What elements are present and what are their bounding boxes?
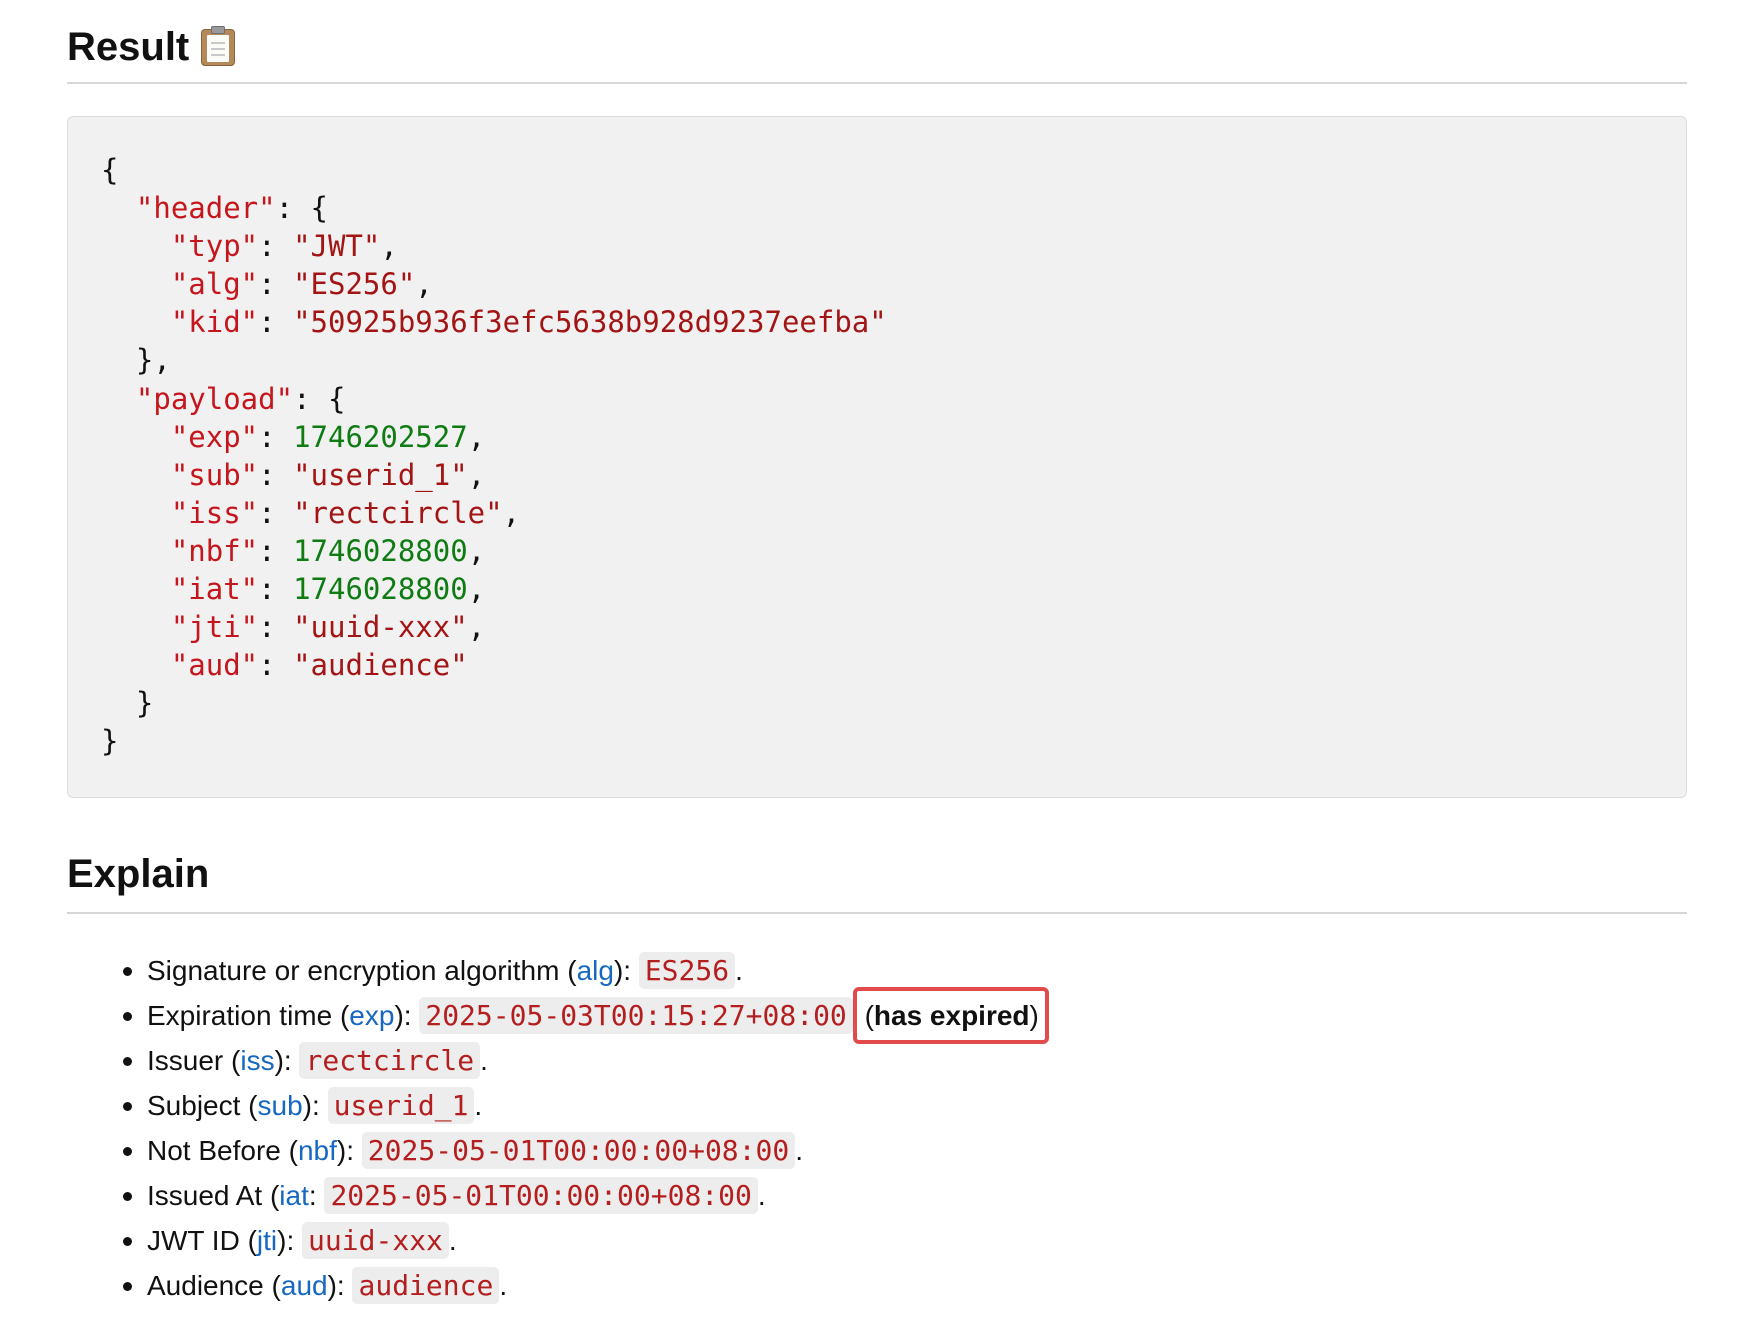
json-code-block: { "header": { "typ": "JWT", "alg": "ES25… bbox=[67, 116, 1687, 798]
json-key: "sub" bbox=[170, 457, 259, 492]
result-section-header: Result bbox=[67, 0, 1687, 84]
json-key: "aud" bbox=[170, 648, 259, 683]
explain-item-nbf: Not Before (nbf): 2025-05-01T00:00:00+08… bbox=[123, 1128, 1051, 1173]
result-title: Result bbox=[67, 25, 190, 69]
explain-label: Expiration time bbox=[147, 1000, 333, 1031]
json-header-key: "header" bbox=[135, 191, 276, 226]
json-value: 1746028800 bbox=[293, 572, 468, 607]
json-key: "jti" bbox=[170, 610, 259, 645]
json-value: 1746202527 bbox=[293, 419, 468, 454]
json-value: "uuid-xxx" bbox=[293, 610, 468, 645]
explain-value: 2025-05-03T00:15:27+08:00 bbox=[419, 997, 853, 1034]
field-link-iat[interactable]: iat bbox=[279, 1180, 309, 1211]
explain-item-jti: JWT ID (jti): uuid-xxx. bbox=[123, 1218, 1051, 1263]
explain-value: 2025-05-01T00:00:00+08:00 bbox=[324, 1177, 758, 1214]
json-key: "iss" bbox=[170, 495, 259, 530]
explain-label: Subject bbox=[147, 1090, 241, 1121]
explain-label: Signature or encryption algorithm bbox=[147, 955, 560, 986]
explain-item-iat: Issued At (iat: 2025-05-01T00:00:00+08:0… bbox=[123, 1173, 1051, 1218]
field-link-aud[interactable]: aud bbox=[281, 1270, 328, 1301]
expired-highlight-box: (has expired) bbox=[852, 987, 1050, 1044]
json-value: "userid_1" bbox=[293, 457, 468, 492]
explain-value: userid_1 bbox=[327, 1087, 475, 1124]
json-key: "alg" bbox=[170, 267, 259, 302]
explain-heading: Explain bbox=[67, 852, 210, 896]
explain-list: Signature or encryption algorithm (alg):… bbox=[67, 948, 1051, 1308]
explain-label: Issuer bbox=[147, 1045, 224, 1076]
clipboard-icon bbox=[201, 26, 236, 66]
json-key: "exp" bbox=[170, 419, 259, 454]
result-heading: Result bbox=[67, 25, 236, 69]
json-close-brace: } bbox=[101, 724, 119, 759]
field-link-jti[interactable]: jti bbox=[257, 1225, 277, 1256]
field-link-sub[interactable]: sub bbox=[258, 1090, 303, 1121]
explain-label: Audience bbox=[147, 1270, 264, 1301]
explain-item-sub: Subject (sub): userid_1. bbox=[123, 1083, 1051, 1128]
json-value: "audience" bbox=[293, 648, 468, 683]
json-payload-key: "payload" bbox=[135, 381, 294, 416]
json-key: "nbf" bbox=[170, 533, 259, 568]
field-link-alg[interactable]: alg bbox=[577, 955, 614, 986]
explain-value: rectcircle bbox=[299, 1042, 481, 1079]
field-link-nbf[interactable]: nbf bbox=[298, 1135, 337, 1166]
json-value: "JWT" bbox=[293, 229, 381, 264]
json-code: { "header": { "typ": "JWT", "alg": "ES25… bbox=[101, 153, 887, 759]
expired-status: has expired bbox=[873, 1000, 1030, 1031]
json-open-brace: { bbox=[101, 153, 119, 187]
field-link-iss[interactable]: iss bbox=[240, 1045, 274, 1076]
explain-item-aud: Audience (aud): audience. bbox=[123, 1263, 1051, 1308]
json-key: "kid" bbox=[170, 305, 259, 340]
json-key: "typ" bbox=[170, 229, 259, 264]
json-value: "ES256" bbox=[293, 267, 416, 302]
explain-section-header: Explain bbox=[67, 844, 1687, 914]
json-value: 1746028800 bbox=[293, 533, 468, 568]
field-link-exp[interactable]: exp bbox=[349, 1000, 394, 1031]
explain-label: JWT ID bbox=[147, 1225, 240, 1256]
explain-section: Explain Signature or encryption algorith… bbox=[67, 844, 1687, 1304]
explain-value: 2025-05-01T00:00:00+08:00 bbox=[361, 1132, 796, 1169]
explain-label: Not Before bbox=[147, 1135, 281, 1166]
json-value: "50925b936f3efc5638b928d9237eefba" bbox=[293, 305, 887, 340]
explain-item-exp: Expiration time (exp): 2025-05-03T00:15:… bbox=[123, 987, 1051, 1044]
explain-item-iss: Issuer (iss): rectcircle. bbox=[123, 1038, 1051, 1083]
json-value: "rectcircle" bbox=[293, 495, 503, 530]
explain-value: ES256 bbox=[638, 952, 736, 989]
json-key: "iat" bbox=[170, 572, 259, 607]
page: Result { "header": { "typ": "JWT", "alg"… bbox=[67, 0, 1687, 1304]
explain-value: audience bbox=[352, 1267, 500, 1304]
explain-value: uuid-xxx bbox=[302, 1222, 449, 1259]
explain-label: Issued At bbox=[147, 1180, 263, 1211]
